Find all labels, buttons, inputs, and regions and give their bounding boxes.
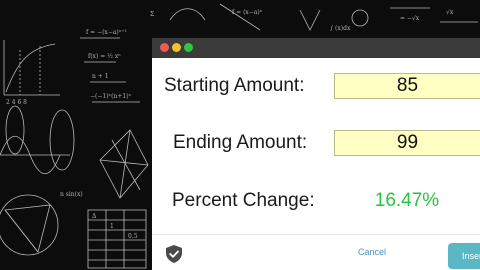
svg-text:0.5: 0.5 xyxy=(128,233,138,240)
svg-text:= −√x: = −√x xyxy=(400,15,420,22)
svg-text:−(−1)ⁿ(n+1)ⁿ: −(−1)ⁿ(n+1)ⁿ xyxy=(90,93,132,100)
svg-text:n + 1: n + 1 xyxy=(92,73,109,80)
percent-change-label: Percent Change: xyxy=(172,190,315,211)
dialog-footer: Cancel Insert xyxy=(152,234,480,270)
window-titlebar xyxy=(152,38,480,58)
close-window-button[interactable] xyxy=(160,43,169,52)
starting-amount-input[interactable] xyxy=(334,73,480,99)
svg-text:∫ (x)dx: ∫ (x)dx xyxy=(330,25,351,32)
insert-button[interactable]: Insert xyxy=(448,243,480,269)
svg-text:1: 1 xyxy=(110,223,114,230)
svg-text:Δ: Δ xyxy=(92,213,97,220)
starting-amount-label: Starting Amount: xyxy=(164,75,305,96)
ending-amount-label: Ending Amount: xyxy=(173,132,308,153)
svg-text:n sin(x): n sin(x) xyxy=(60,191,83,198)
svg-text:f = (x−a)ⁿ: f = (x−a)ⁿ xyxy=(232,9,263,16)
shield-check-icon xyxy=(166,245,182,263)
minimize-window-button[interactable] xyxy=(172,43,181,52)
svg-text:Σ: Σ xyxy=(150,11,154,18)
svg-text:2 4 6 8: 2 4 6 8 xyxy=(6,99,27,106)
percent-change-dialog: Starting Amount: Ending Amount: Percent … xyxy=(152,38,480,270)
percent-change-value: 16.47% xyxy=(374,190,440,211)
ending-amount-input[interactable] xyxy=(334,130,480,156)
svg-text:f(x) = ½ xⁿ: f(x) = ½ xⁿ xyxy=(88,53,121,60)
svg-text:f = −(x−a)ⁿ⁺¹: f = −(x−a)ⁿ⁺¹ xyxy=(86,29,127,36)
zoom-window-button[interactable] xyxy=(184,43,193,52)
desktop: f = −(x−a)ⁿ⁺¹ f(x) = ½ xⁿ n + 1 −(−1)ⁿ(n… xyxy=(0,0,480,270)
cancel-button[interactable]: Cancel xyxy=(358,247,386,257)
svg-text:√x: √x xyxy=(446,9,454,16)
